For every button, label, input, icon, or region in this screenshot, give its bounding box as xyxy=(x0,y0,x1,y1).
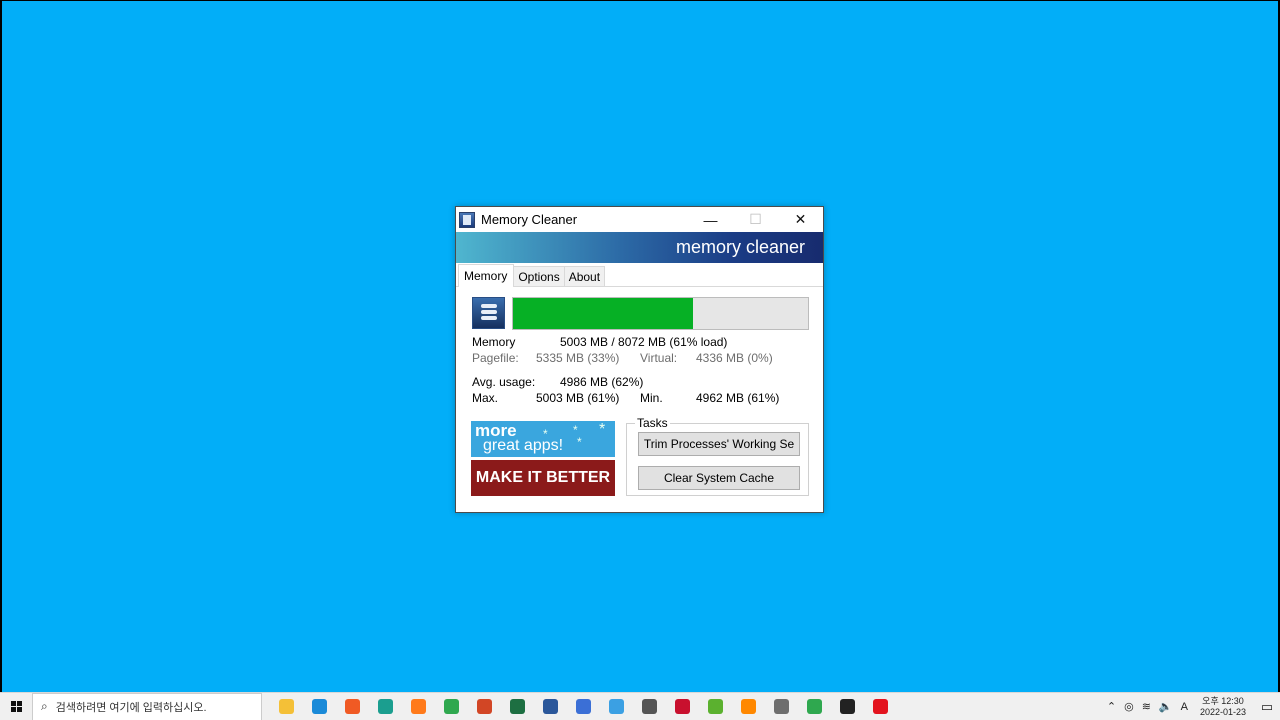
file-explorer-icon-glyph xyxy=(279,699,294,714)
avg-usage-label: Avg. usage: xyxy=(472,375,536,389)
start-button[interactable] xyxy=(0,693,32,720)
windows-logo-icon xyxy=(10,701,22,712)
magnifier-icon[interactable] xyxy=(633,693,666,720)
brave-icon-glyph xyxy=(345,699,360,714)
hwp-icon-glyph xyxy=(576,699,591,714)
firefox-icon[interactable] xyxy=(402,693,435,720)
search-icon: ⌕ xyxy=(41,699,48,713)
sparkle-icon: * xyxy=(599,421,606,438)
taskbar-search[interactable]: ⌕ 검색하려면 여기에 입력하십시오. xyxy=(32,692,262,720)
make-it-better-banner[interactable]: MAKE IT BETTER xyxy=(471,460,615,496)
app-teal-icon-glyph xyxy=(378,699,393,714)
tab-strip: Memory Options About xyxy=(456,263,823,287)
chrome-icon-2-glyph xyxy=(807,699,822,714)
sticky-notes-icon-glyph xyxy=(840,699,855,714)
memory-load-bar xyxy=(512,297,809,330)
tab-about[interactable]: About xyxy=(563,266,606,286)
excel-icon[interactable] xyxy=(501,693,534,720)
opera-icon[interactable] xyxy=(864,693,897,720)
clock[interactable]: 오후 12:30 2022-01-23 xyxy=(1200,696,1246,718)
trim-processes-button[interactable]: Trim Processes' Working Se xyxy=(638,432,800,456)
vlc-icon[interactable] xyxy=(732,693,765,720)
min-usage-label: Min. xyxy=(640,391,663,405)
sticky-notes-icon[interactable] xyxy=(831,693,864,720)
chrome-icon-2[interactable] xyxy=(798,693,831,720)
firefox-icon-glyph xyxy=(411,699,426,714)
app-red-icon[interactable] xyxy=(666,693,699,720)
minimize-button[interactable]: — xyxy=(688,207,733,232)
avg-usage-value: 4986 MB (62%) xyxy=(560,375,644,389)
window-title: Memory Cleaner xyxy=(481,212,578,227)
tasks-group: Tasks Trim Processes' Working Se Clear S… xyxy=(626,416,809,496)
pinned-apps xyxy=(270,693,897,720)
promo-line2: great apps! xyxy=(483,437,564,454)
vlc-icon-glyph xyxy=(741,699,756,714)
tasks-legend: Tasks xyxy=(635,416,670,430)
virtual-value: 4336 MB (0%) xyxy=(696,351,773,365)
notification-icon[interactable]: ▭ xyxy=(1254,699,1280,715)
pagefile-label: Pagefile: xyxy=(472,351,519,365)
app-red-icon-glyph xyxy=(675,699,690,714)
chrome-icon-glyph xyxy=(444,699,459,714)
app-green-icon[interactable] xyxy=(699,693,732,720)
ime-indicator[interactable]: A xyxy=(1181,701,1188,713)
tab-memory[interactable]: Memory xyxy=(458,264,515,287)
memory-value: 5003 MB / 8072 MB (61% load) xyxy=(560,335,728,349)
app-icon xyxy=(459,211,475,228)
powerpoint-icon[interactable] xyxy=(468,693,501,720)
excel-icon-glyph xyxy=(510,699,525,714)
close-button[interactable]: ✕ xyxy=(778,207,823,232)
remote-desktop-icon-glyph xyxy=(609,699,624,714)
chrome-icon[interactable] xyxy=(435,693,468,720)
clock-time: 오후 12:30 xyxy=(1202,695,1244,706)
opera-icon-glyph xyxy=(873,699,888,714)
clear-system-cache-button[interactable]: Clear System Cache xyxy=(638,466,800,490)
tab-options[interactable]: Options xyxy=(513,266,565,286)
magnifier-icon-glyph xyxy=(642,699,657,714)
file-explorer-icon[interactable] xyxy=(270,693,303,720)
app-banner: memory cleaner xyxy=(456,232,823,263)
edge-icon[interactable] xyxy=(303,693,336,720)
edge-icon-glyph xyxy=(312,699,327,714)
memory-panel: Memory 5003 MB / 8072 MB (61% load) Page… xyxy=(456,289,823,511)
memory-load-fill xyxy=(513,298,693,329)
volume-icon[interactable]: 🔈 xyxy=(1159,700,1173,713)
calculator-icon-glyph xyxy=(774,699,789,714)
more-apps-banner[interactable]: more great apps! * * * * xyxy=(471,421,615,457)
hwp-icon[interactable] xyxy=(567,693,600,720)
powerpoint-icon-glyph xyxy=(477,699,492,714)
sparkle-icon: * xyxy=(577,435,582,449)
min-usage-value: 4962 MB (61%) xyxy=(696,391,780,405)
wifi-icon[interactable]: ≋ xyxy=(1142,700,1151,713)
max-usage-value: 5003 MB (61%) xyxy=(536,391,620,405)
taskbar: ⌕ 검색하려면 여기에 입력하십시오. ⌃ ◎ ≋ 🔈 A 오후 12:30 2… xyxy=(0,692,1280,720)
remote-desktop-icon[interactable] xyxy=(600,693,633,720)
pagefile-value: 5335 MB (33%) xyxy=(536,351,620,365)
memory-label: Memory xyxy=(472,335,516,349)
word-icon-glyph xyxy=(543,699,558,714)
chevron-up-icon[interactable]: ⌃ xyxy=(1107,700,1116,713)
system-tray: ⌃ ◎ ≋ 🔈 A 오후 12:30 2022-01-23 ▭ xyxy=(1103,696,1280,718)
memory-cleaner-window: Memory Cleaner — ☐ ✕ memory cleaner Memo… xyxy=(455,206,824,513)
app-green-icon-glyph xyxy=(708,699,723,714)
calculator-icon[interactable] xyxy=(765,693,798,720)
title-bar[interactable]: Memory Cleaner — ☐ ✕ xyxy=(456,207,823,232)
clock-date: 2022-01-23 xyxy=(1199,706,1246,717)
memory-chip-icon xyxy=(472,297,505,329)
maximize-button[interactable]: ☐ xyxy=(733,207,778,232)
network-icon[interactable]: ◎ xyxy=(1124,700,1134,713)
app-teal-icon[interactable] xyxy=(369,693,402,720)
sparkle-icon: * xyxy=(543,427,548,441)
brave-icon[interactable] xyxy=(336,693,369,720)
search-placeholder: 검색하려면 여기에 입력하십시오. xyxy=(55,701,207,714)
virtual-label: Virtual: xyxy=(640,351,678,365)
word-icon[interactable] xyxy=(534,693,567,720)
max-usage-label: Max. xyxy=(472,391,499,405)
